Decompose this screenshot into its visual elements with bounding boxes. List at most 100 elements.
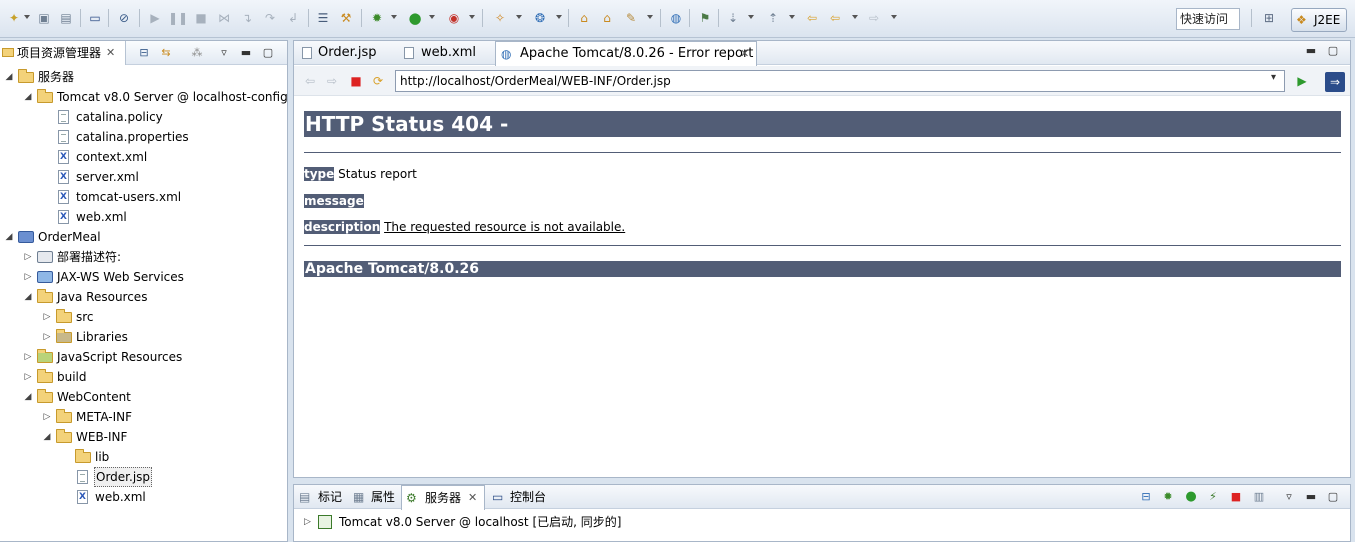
js-resources-icon [37,349,53,363]
search-icon[interactable]: ✎ [623,10,639,26]
build-icon[interactable]: ⚒ [338,10,354,26]
chevron-right-icon[interactable]: ▷ [42,307,52,327]
minimize-icon[interactable]: ▬ [1304,490,1318,504]
start-server-icon[interactable]: ● [1184,490,1198,504]
save-all-icon[interactable]: ▤ [58,10,74,26]
close-icon[interactable]: ✕ [468,486,477,510]
chevron-right-icon[interactable]: ▷ [23,247,33,267]
collapse-all-icon[interactable]: ⊟ [1139,490,1153,504]
chevron-right-icon[interactable]: ▷ [42,407,52,427]
chevron-down-icon[interactable]: ◢ [23,387,33,407]
go-icon[interactable]: ▶ [1294,73,1310,89]
chevron-right-icon[interactable]: ▷ [23,347,33,367]
debug-dropdown-arrow[interactable] [391,15,397,19]
maximize-icon[interactable]: ▢ [1326,490,1340,504]
view-menu-icon[interactable]: ▿ [1282,490,1296,504]
close-icon[interactable]: ✕ [740,42,749,66]
browser-menu-icon[interactable]: ⇒ [1325,72,1345,92]
chevron-down-icon[interactable]: ◢ [42,427,52,447]
skip-breakpoints-icon[interactable]: ⊘ [116,10,132,26]
terminate-icon[interactable]: ■ [193,10,209,26]
back-icon[interactable]: ⇦ [827,10,843,26]
step-return-icon[interactable]: ↲ [285,10,301,26]
tab-markers[interactable]: ▤ 标记 [298,485,348,509]
open-project-icon[interactable]: ⌂ [599,10,615,26]
tab-project-explorer[interactable]: 项目资源管理器 ✕ [0,41,126,65]
debug-server-icon[interactable]: ✹ [1161,490,1175,504]
new-icon[interactable]: ✦ [6,10,22,26]
jsp-file-icon [77,470,88,484]
forward-icon[interactable]: ⇨ [866,10,882,26]
globe-icon[interactable]: ◍ [668,10,684,26]
tab-web-xml[interactable]: web.xml [402,41,492,65]
back-icon[interactable]: ⇦ [302,73,318,89]
chevron-down-icon[interactable]: ◢ [4,227,14,247]
suspend-icon[interactable]: ❚❚ [168,10,188,26]
stop-server-icon[interactable]: ■ [1229,490,1243,504]
view-menu-icon[interactable]: ▿ [218,47,230,59]
stop-icon[interactable]: ■ [348,73,364,89]
close-icon[interactable]: ✕ [106,41,115,65]
chevron-down-icon[interactable]: ▾ [1271,72,1276,83]
step-over-icon[interactable]: ↷ [262,10,278,26]
refresh-icon[interactable]: ⟳ [370,73,386,89]
tab-servers[interactable]: ⚙ 服务器 ✕ [401,485,485,510]
debug-icon[interactable]: ✹ [369,10,385,26]
new-wizard-dropdown-arrow[interactable] [516,15,522,19]
new-class-dropdown-arrow[interactable] [556,15,562,19]
forward-dropdown-arrow[interactable] [891,15,897,19]
j2ee-perspective-button[interactable]: ❖ J2EE [1291,8,1347,32]
tab-properties[interactable]: ▦ 属性 [352,485,402,509]
new-wizard-icon[interactable]: ✧ [492,10,508,26]
quick-access-input[interactable]: 快速访问 [1176,8,1240,30]
run-dropdown-arrow[interactable] [429,15,435,19]
open-perspective-icon[interactable]: ⊞ [1261,10,1277,26]
chevron-right-icon[interactable]: ▷ [23,367,33,387]
forward-icon[interactable]: ⇨ [324,73,340,89]
back-dropdown-arrow[interactable] [852,15,858,19]
open-type-icon[interactable]: ☰ [315,10,331,26]
toolbar-separator [308,9,309,27]
open-folder-icon[interactable]: ⌂ [576,10,592,26]
chevron-down-icon[interactable]: ◢ [23,287,33,307]
minimize-icon[interactable]: ▬ [1304,44,1318,58]
last-edit-icon[interactable]: ⇦ [804,10,820,26]
url-input[interactable] [395,70,1285,92]
step-into-icon[interactable]: ↴ [239,10,255,26]
tree-item-label: server.xml [76,170,139,184]
tree-item-label: Order.jsp [94,467,153,487]
resume-icon[interactable]: ▶ [147,10,163,26]
tab-error-report[interactable]: ◍ Apache Tomcat/8.0.26 - Error report ✕ [495,41,757,66]
chevron-right-icon[interactable]: ▷ [23,267,33,287]
search-dropdown-arrow[interactable] [647,15,653,19]
run-icon[interactable]: ● [407,10,423,26]
run-server-dropdown-arrow[interactable] [469,15,475,19]
next-annotation-icon[interactable]: ⇣ [725,10,741,26]
minimize-icon[interactable]: ▬ [240,47,252,59]
chevron-right-icon[interactable]: ▷ [304,512,311,532]
profile-server-icon[interactable]: ⚡ [1206,490,1220,504]
run-server-icon[interactable]: ◉ [446,10,462,26]
new-dropdown-arrow[interactable] [24,15,30,19]
chevron-down-icon[interactable]: ◢ [4,67,14,87]
toggle-mark-icon[interactable]: ⚑ [697,10,713,26]
maximize-icon[interactable]: ▢ [1326,44,1340,58]
new-class-icon[interactable]: ❂ [532,10,548,26]
print-icon[interactable]: ▭ [87,10,103,26]
type-value: Status report [338,167,417,181]
save-icon[interactable]: ▣ [36,10,52,26]
prev-annotation-dropdown-arrow[interactable] [789,15,795,19]
tab-console[interactable]: ▭ 控制台 [491,485,551,509]
next-annotation-dropdown-arrow[interactable] [748,15,754,19]
maximize-icon[interactable]: ▢ [262,47,274,59]
tab-order-jsp[interactable]: Order.jsp [300,41,390,65]
disconnect-icon[interactable]: ⋈ [216,10,232,26]
chevron-right-icon[interactable]: ▷ [42,327,52,347]
collapse-all-icon[interactable]: ⊟ [138,47,150,59]
filter-icon[interactable]: ⁂ [191,47,203,59]
publish-icon[interactable]: ▥ [1252,490,1266,504]
prev-annotation-icon[interactable]: ⇡ [765,10,781,26]
chevron-down-icon[interactable]: ◢ [23,87,33,107]
link-with-editor-icon[interactable]: ⇆ [160,47,172,59]
